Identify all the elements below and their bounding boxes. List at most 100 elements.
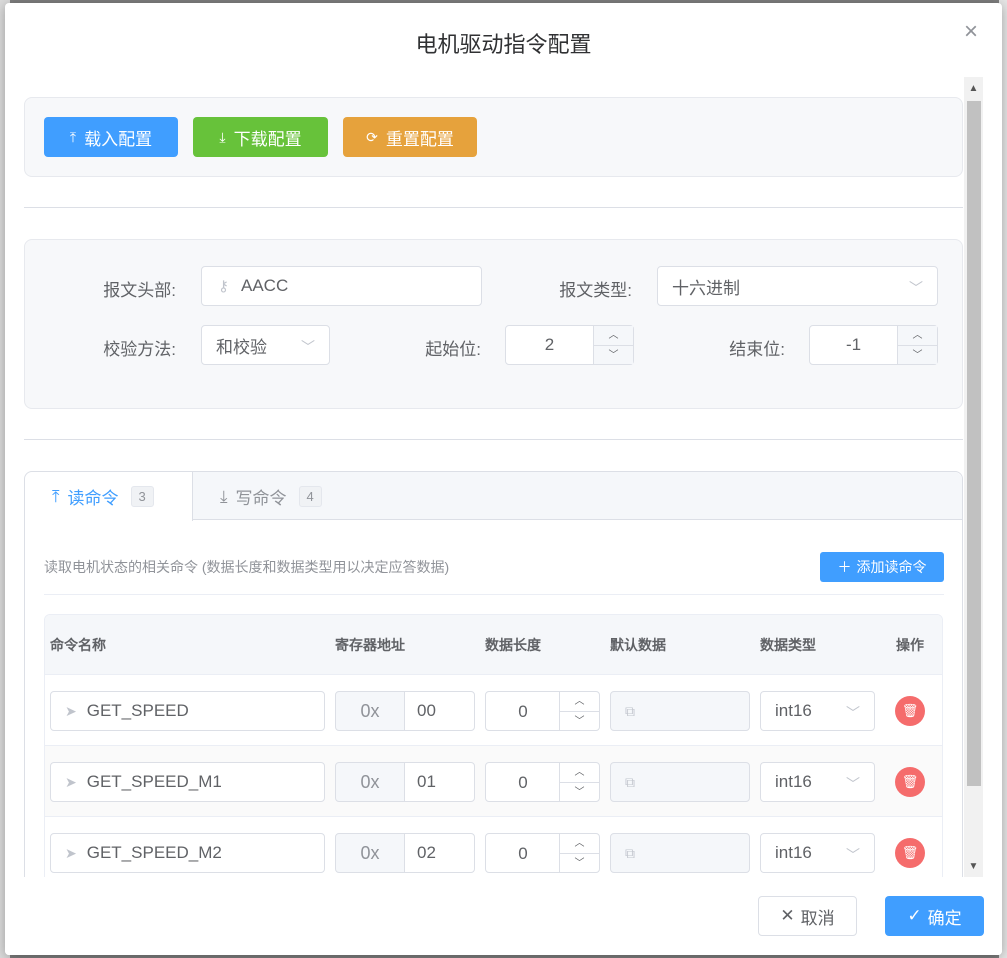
upload-icon: ⤒ <box>52 486 60 506</box>
check-select[interactable]: 和校验 ﹀ <box>201 325 330 365</box>
header-value: AACC <box>241 276 289 295</box>
chevron-down-icon[interactable]: ﹀ <box>594 345 633 364</box>
send-icon: ➤ <box>65 702 77 719</box>
data-type-select[interactable]: int16 ﹀ <box>760 691 875 731</box>
command-name-input[interactable]: ➤ GET_SPEED_M1 <box>50 762 325 802</box>
default-data-input[interactable]: ⧉ <box>610 691 750 731</box>
start-label: 起始位: <box>425 340 481 359</box>
divider <box>24 439 963 440</box>
check-label: 校验方法: <box>103 340 176 359</box>
data-type-value: int16 <box>775 701 812 720</box>
command-name-value: GET_SPEED <box>86 701 189 720</box>
data-type-value: int16 <box>775 843 812 862</box>
tab-write-count-badge: 4 <box>298 486 322 507</box>
header-input[interactable]: ⚷ AACC <box>201 266 482 306</box>
chevron-up-icon[interactable]: ︿ <box>898 326 937 345</box>
scrollbar-thumb[interactable] <box>967 101 981 786</box>
read-tab-description: 读取电机状态的相关命令 (数据长度和数据类型用以决定应答数据) <box>44 559 450 575</box>
start-number-input[interactable]: 2 ︿ ﹀ <box>505 325 634 365</box>
end-value: -1 <box>845 335 862 354</box>
default-data-input[interactable]: ⧉ <box>610 833 750 873</box>
type-select[interactable]: 十六进制 ﹀ <box>657 266 938 306</box>
tab-read-count-badge: 3 <box>130 486 154 507</box>
message-settings-card: 报文头部: ⚷ AACC 报文类型: 十六进制 ﹀ 校验方法: 和校验 ﹀ 起始… <box>24 239 963 409</box>
scroll-down-icon[interactable]: ▼ <box>964 859 983 875</box>
data-type-select[interactable]: int16 ﹀ <box>760 833 875 873</box>
close-icon: ✕ <box>780 906 795 925</box>
chevron-up-icon[interactable]: ︿ <box>560 763 599 782</box>
scroll-up-icon[interactable]: ▲ <box>964 81 983 97</box>
data-length-stepper[interactable]: ︿ ﹀ <box>559 692 599 730</box>
data-length-value: 0 <box>518 844 528 863</box>
trash-icon: 🗑 <box>901 703 919 718</box>
chevron-down-icon: ﹀ <box>301 339 315 355</box>
vertical-scrollbar[interactable]: ▲ ▼ <box>964 77 983 877</box>
address-prefix: 0x <box>335 833 405 873</box>
command-name-value: GET_SPEED_M2 <box>86 843 222 862</box>
upload-icon: ⤒ <box>69 128 77 145</box>
start-stepper[interactable]: ︿ ﹀ <box>593 326 633 364</box>
reset-config-button[interactable]: ⟳ 重置配置 <box>343 117 477 157</box>
chevron-down-icon: ﹀ <box>846 847 860 863</box>
chevron-up-icon[interactable]: ︿ <box>594 326 633 345</box>
type-value: 十六进制 <box>672 278 740 298</box>
load-config-button[interactable]: ⤒ 载入配置 <box>44 117 178 157</box>
scroll-area[interactable]: ⤒ 载入配置 ⤓ 下载配置 ⟳ 重置配置 报文头部: ⚷ AACC 报文类型: … <box>24 77 964 877</box>
tab-read-commands[interactable]: ⤒ 读命令 3 <box>25 472 193 521</box>
data-type-value: int16 <box>775 772 812 791</box>
data-length-stepper[interactable]: ︿ ﹀ <box>559 763 599 801</box>
toolbar-card: ⤒ 载入配置 ⤓ 下载配置 ⟳ 重置配置 <box>24 97 963 177</box>
start-value: 2 <box>544 335 555 354</box>
board-icon: ⧉ <box>625 702 635 719</box>
end-number-input[interactable]: -1 ︿ ﹀ <box>809 325 938 365</box>
command-name-value: GET_SPEED_M1 <box>86 772 222 791</box>
chevron-up-icon[interactable]: ︿ <box>560 834 599 853</box>
chevron-up-icon[interactable]: ︿ <box>560 692 599 711</box>
chevron-down-icon[interactable]: ﹀ <box>898 345 937 364</box>
tabs-header: ⤒ 读命令 3 ⤓ 写命令 4 <box>25 472 962 521</box>
chevron-down-icon[interactable]: ﹀ <box>560 853 599 872</box>
read-commands-table: 命令名称 寄存器地址 数据长度 默认数据 数据类型 操作 ➤ GET_SPEED <box>44 614 943 877</box>
command-name-input[interactable]: ➤ GET_SPEED_M2 <box>50 833 325 873</box>
data-length-input[interactable]: 0 ︿ ﹀ <box>485 833 600 873</box>
data-length-stepper[interactable]: ︿ ﹀ <box>559 834 599 872</box>
confirm-button[interactable]: ✓ 确定 <box>885 896 984 936</box>
delete-button[interactable]: 🗑 <box>895 696 925 726</box>
default-data-input[interactable]: ⧉ <box>610 762 750 802</box>
trash-icon: 🗑 <box>901 774 919 789</box>
board-icon: ⧉ <box>625 844 635 861</box>
command-tabs: ⤒ 读命令 3 ⤓ 写命令 4 读取电机状态的相关命令 (数据长度和数据类型用以… <box>24 471 963 877</box>
cancel-button[interactable]: ✕ 取消 <box>758 896 857 936</box>
tab-write-label: 写命令 <box>235 489 287 508</box>
column-header-register: 寄存器地址 <box>335 637 405 653</box>
register-address-input[interactable]: 01 <box>404 762 475 802</box>
refresh-icon: ⟳ <box>366 128 378 145</box>
divider <box>44 594 944 595</box>
chevron-down-icon: ﹀ <box>846 776 860 792</box>
header-label: 报文头部: <box>103 281 176 300</box>
tab-write-commands[interactable]: ⤓ 写命令 4 <box>193 472 353 521</box>
chevron-down-icon[interactable]: ﹀ <box>560 782 599 801</box>
reset-config-label: 重置配置 <box>385 129 454 149</box>
register-address-input[interactable]: 02 <box>404 833 475 873</box>
board-icon: ⧉ <box>625 773 635 790</box>
delete-button[interactable]: 🗑 <box>895 838 925 868</box>
config-dialog: 电机驱动指令配置 × ⤒ 载入配置 ⤓ 下载配置 ⟳ 重置配置 报文头部: ⚷ … <box>5 3 1002 955</box>
add-read-command-label: 添加读命令 <box>856 559 927 575</box>
delete-button[interactable]: 🗑 <box>895 767 925 797</box>
confirm-label: 确定 <box>927 908 962 928</box>
download-config-button[interactable]: ⤓ 下载配置 <box>193 117 328 157</box>
register-address-input[interactable]: 00 <box>404 691 475 731</box>
end-stepper[interactable]: ︿ ﹀ <box>897 326 937 364</box>
chevron-down-icon: ﹀ <box>846 705 860 721</box>
data-type-select[interactable]: int16 ﹀ <box>760 762 875 802</box>
close-icon[interactable]: × <box>960 20 982 44</box>
chevron-down-icon[interactable]: ﹀ <box>560 711 599 730</box>
data-length-value: 0 <box>518 773 528 792</box>
data-length-input[interactable]: 0 ︿ ﹀ <box>485 691 600 731</box>
column-header-length: 数据长度 <box>485 637 541 653</box>
command-name-input[interactable]: ➤ GET_SPEED <box>50 691 325 731</box>
download-icon: ⤓ <box>220 486 228 506</box>
data-length-input[interactable]: 0 ︿ ﹀ <box>485 762 600 802</box>
add-read-command-button[interactable]: ＋ 添加读命令 <box>820 552 944 582</box>
